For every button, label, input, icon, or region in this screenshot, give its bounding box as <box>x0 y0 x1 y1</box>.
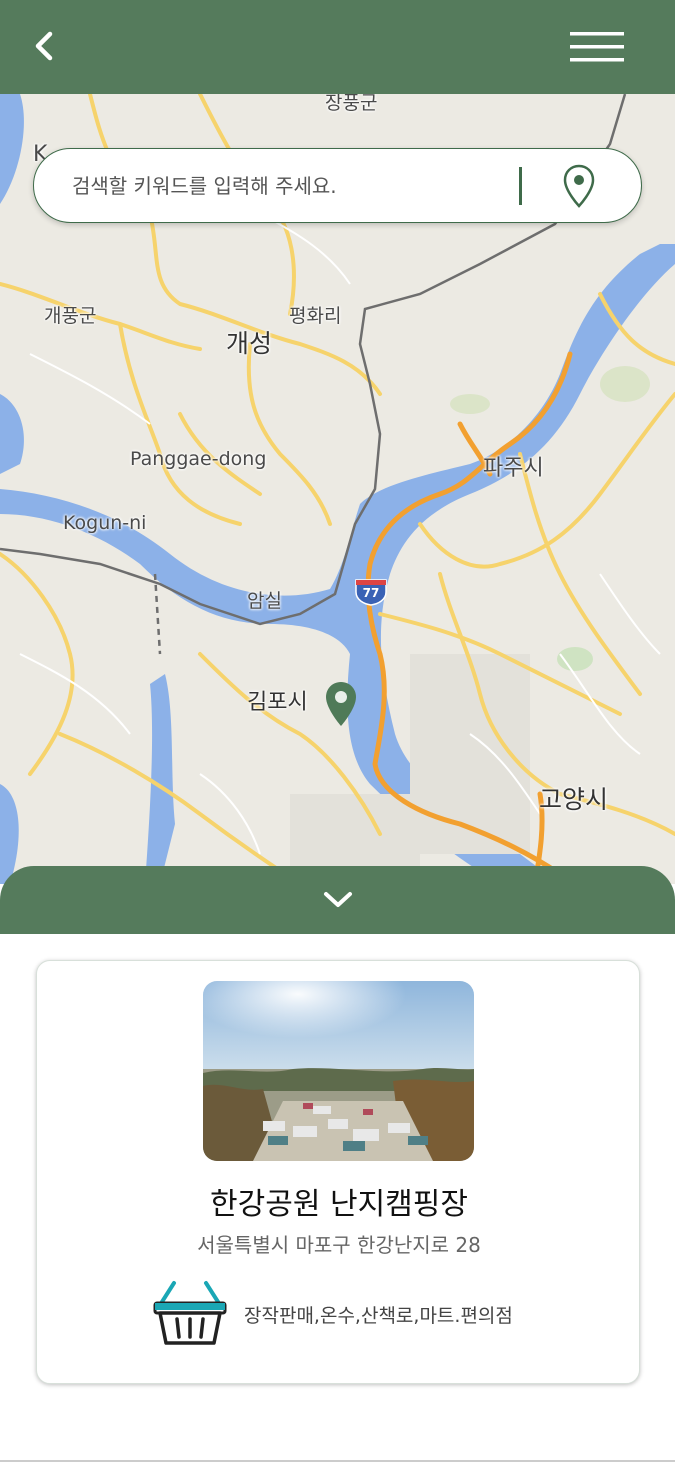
place-card[interactable]: 한강공원 난지캠핑장 서울특별시 마포구 한강난지로 28 장작판매,온수,산책… <box>36 960 640 1384</box>
location-pin-icon <box>563 164 595 208</box>
bottom-sheet-handle <box>0 866 675 934</box>
map-label: 암실 <box>247 590 282 612</box>
map-label: Panggae-dong <box>130 448 267 470</box>
place-photo <box>203 981 474 1161</box>
app-header <box>0 0 675 94</box>
search-input[interactable] <box>72 167 522 205</box>
back-button[interactable] <box>22 24 68 70</box>
map-marker-icon[interactable] <box>324 680 358 728</box>
chevron-left-icon <box>35 31 53 61</box>
highway-shield: 77 <box>354 578 388 606</box>
shopping-basket-icon <box>152 1279 228 1349</box>
map-label: 개풍군 <box>44 305 97 327</box>
map-label: 고양시 <box>539 785 609 814</box>
map-label: 평화리 <box>289 305 342 327</box>
menu-button[interactable] <box>562 22 632 72</box>
hamburger-menu-icon <box>570 32 624 62</box>
highway-number: 77 <box>362 586 380 600</box>
location-button[interactable] <box>561 163 597 209</box>
chevron-down-icon <box>324 892 352 907</box>
map-label: 김포시 <box>247 690 308 715</box>
map-label: Kogun-ni <box>63 512 147 534</box>
place-title[interactable]: 한강공원 난지캠핑장 <box>37 1179 641 1223</box>
collapse-sheet-button[interactable] <box>318 886 358 914</box>
place-address: 서울특별시 마포구 한강난지로 28 <box>197 1233 481 1257</box>
search-divider <box>519 167 522 205</box>
map-label: 개성 <box>226 329 273 358</box>
place-amenities: 장작판매,온수,산책로,마트.편의점 <box>244 1305 513 1327</box>
map-label: 장풍군 <box>325 94 378 114</box>
map-label: 파주시 <box>483 456 544 481</box>
search-bar <box>33 148 642 223</box>
